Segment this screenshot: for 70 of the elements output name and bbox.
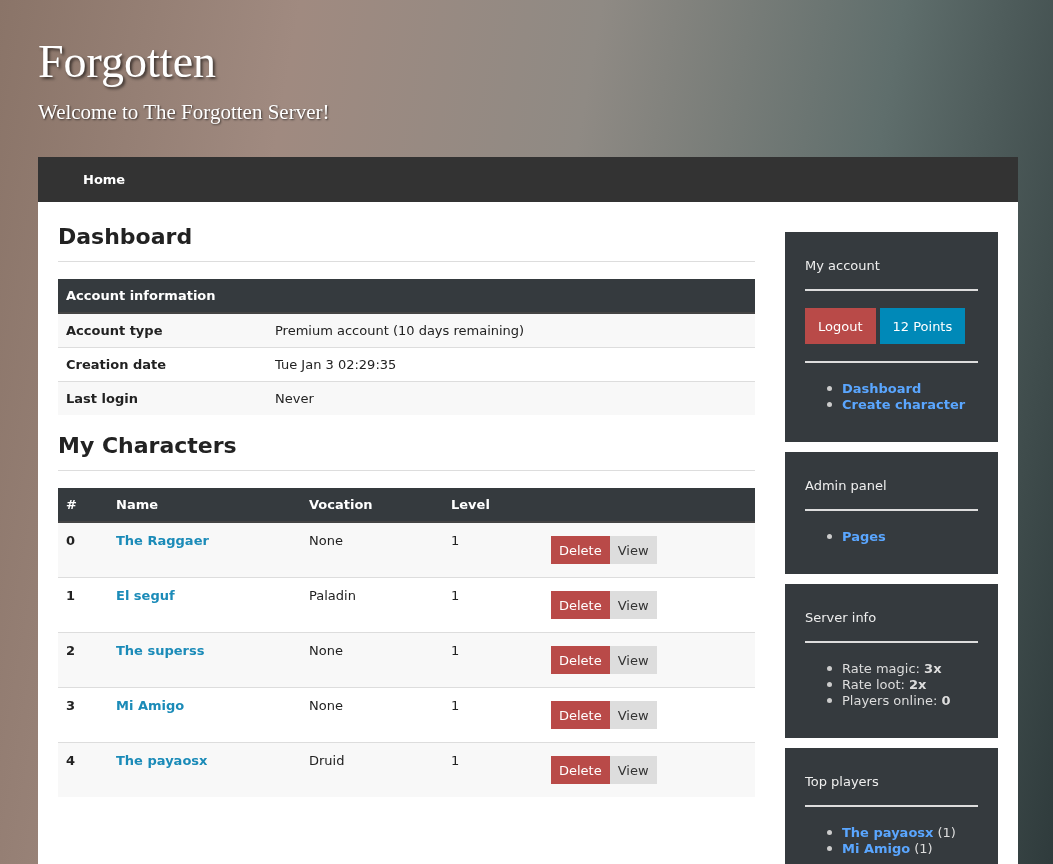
player-level: (1) [914, 841, 933, 856]
section-heading: My Characters [58, 431, 755, 471]
character-link[interactable]: The Raggaer [116, 533, 209, 548]
delete-button[interactable]: Delete [551, 646, 610, 674]
table-cell: 1 [443, 687, 543, 743]
bullet-icon [827, 830, 832, 835]
table-cell: 1 [443, 742, 543, 797]
delete-button[interactable]: Delete [551, 536, 610, 564]
view-button[interactable]: View [609, 536, 657, 564]
column-header: # [58, 488, 108, 522]
character-link[interactable]: El seguf [116, 588, 175, 603]
table-cell: 1 [443, 522, 543, 578]
server-stat: Rate magic: 3x [842, 661, 942, 676]
character-link[interactable]: The payaosx [116, 753, 208, 768]
server-stat: Rate loot: 2x [842, 677, 927, 692]
table-cell: 2 [58, 632, 108, 688]
page-heading: Dashboard [58, 222, 755, 262]
view-button[interactable]: View [609, 646, 657, 674]
table-cell: 1 [58, 577, 108, 633]
delete-button[interactable]: Delete [551, 591, 610, 619]
site-subtitle: Welcome to The Forgotten Server! [38, 100, 331, 125]
player-link[interactable]: The payaosx [842, 825, 934, 840]
table-header: Account information [58, 279, 755, 313]
view-button[interactable]: View [609, 756, 657, 784]
sidebar-link[interactable]: Create character [842, 397, 966, 412]
column-header: Vocation [301, 488, 443, 522]
bullet-icon [827, 682, 832, 687]
table-cell: 4 [58, 742, 108, 797]
table-cell: None [301, 522, 443, 578]
table-cell: Tue Jan 3 02:29:35 [267, 347, 755, 382]
delete-button[interactable]: Delete [551, 701, 610, 729]
character-link[interactable]: Mi Amigo [116, 698, 185, 713]
table-cell: Account type [58, 313, 267, 348]
nav-link[interactable]: Home [83, 172, 126, 187]
player-level: (1) [937, 825, 956, 840]
bullet-icon [827, 386, 832, 391]
view-button[interactable]: View [609, 591, 657, 619]
table-cell: Never [267, 381, 755, 415]
column-header: Level [443, 488, 543, 522]
points-button[interactable]: 12 Points [879, 308, 966, 344]
table-cell: Last login [58, 381, 267, 415]
sidebar-link[interactable]: Dashboard [842, 381, 922, 396]
panel-title: Server info [805, 610, 978, 643]
table-cell: 1 [443, 577, 543, 633]
table-cell: Paladin [301, 577, 443, 633]
table-cell: Premium account (10 days remaining) [267, 313, 755, 348]
bullet-icon [827, 666, 832, 671]
view-button[interactable]: View [609, 701, 657, 729]
bullet-icon [827, 846, 832, 851]
column-header: Name [108, 488, 301, 522]
bullet-icon [827, 698, 832, 703]
table-cell: None [301, 632, 443, 688]
bullet-icon [827, 534, 832, 539]
panel-title: Top players [805, 774, 978, 807]
table-cell: 0 [58, 522, 108, 578]
logout-button[interactable]: Logout [805, 308, 876, 344]
table-cell: Creation date [58, 347, 267, 382]
table-cell: 3 [58, 687, 108, 743]
bullet-icon [827, 402, 832, 407]
panel-title: My account [805, 258, 978, 291]
sidebar-link[interactable]: Pages [842, 529, 886, 544]
table-cell: 1 [443, 632, 543, 688]
character-link[interactable]: The superss [116, 643, 205, 658]
player-link[interactable]: Mi Amigo [842, 841, 911, 856]
site-title: Forgotten [38, 36, 218, 88]
table-cell: Druid [301, 742, 443, 797]
server-stat: Players online: 0 [842, 693, 951, 708]
table-cell: None [301, 687, 443, 743]
panel-title: Admin panel [805, 478, 978, 511]
delete-button[interactable]: Delete [551, 756, 610, 784]
